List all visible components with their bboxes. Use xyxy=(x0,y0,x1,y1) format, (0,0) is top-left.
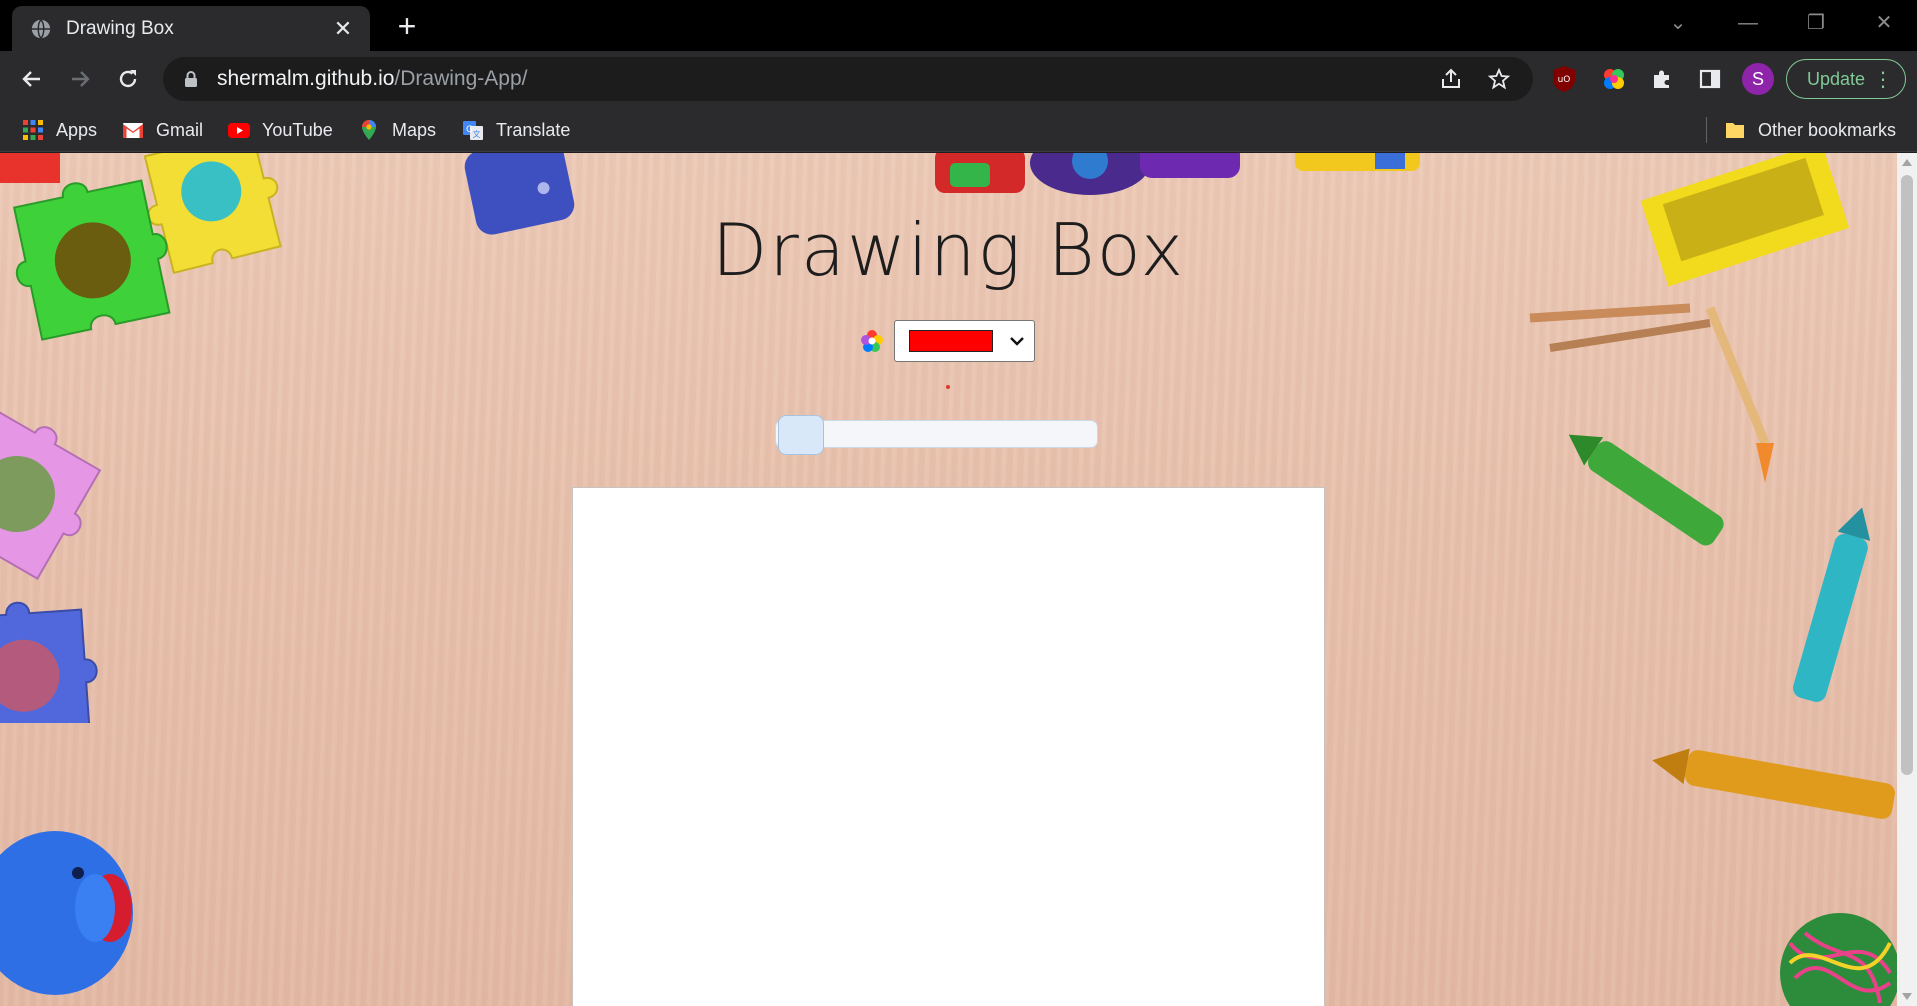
brush-preview-dot xyxy=(946,385,950,389)
translate-icon: G 文 xyxy=(463,121,483,140)
blue-elephant-toy-decoration xyxy=(0,831,133,995)
url-host: shermalm.github.io xyxy=(217,67,395,90)
new-tab-button[interactable]: + xyxy=(390,9,424,43)
bookmarks-bar: Apps Gmail YouTube Maps G 文 Translate Ot… xyxy=(0,107,1917,152)
other-bookmarks[interactable]: Other bookmarks xyxy=(1724,115,1896,145)
svg-text:uO: uO xyxy=(1558,75,1571,85)
bookmark-label: YouTube xyxy=(262,119,333,140)
bookmark-apps[interactable]: Apps xyxy=(22,115,97,145)
back-arrow-icon xyxy=(22,71,40,87)
svg-text:文: 文 xyxy=(473,129,481,139)
reload-button[interactable] xyxy=(110,61,146,97)
browser-toolbar: shermalm.github.io/Drawing-App/ uO S Upd… xyxy=(0,51,1917,107)
back-button[interactable] xyxy=(14,61,50,97)
tab-drawing-box[interactable]: Drawing Box ✕ xyxy=(12,6,370,51)
bookmark-youtube[interactable]: YouTube xyxy=(228,115,333,145)
url-path: /Drawing-App/ xyxy=(394,67,528,90)
folder-icon xyxy=(1726,123,1744,138)
page-scrollbar[interactable] xyxy=(1897,153,1917,1006)
more-menu-icon[interactable]: ⋮ xyxy=(1873,67,1893,92)
drawing-canvas[interactable] xyxy=(572,487,1325,1006)
restore-icon[interactable]: ❐ xyxy=(1786,6,1846,40)
color-controls xyxy=(860,320,1035,362)
update-label: Update xyxy=(1807,68,1866,89)
color-wheel-icon xyxy=(861,330,883,352)
forward-button[interactable] xyxy=(62,61,98,97)
close-tab-icon[interactable]: ✕ xyxy=(330,16,356,42)
address-bar[interactable]: shermalm.github.io/Drawing-App/ xyxy=(163,57,1533,101)
bookmark-gmail[interactable]: Gmail xyxy=(122,115,203,145)
scrollbar-thumb[interactable] xyxy=(1901,175,1913,775)
bookmark-label: Apps xyxy=(56,119,98,140)
bookmark-label: Gmail xyxy=(156,119,204,140)
scroll-up-arrow-icon[interactable] xyxy=(1902,159,1912,166)
extensions-puzzle-icon[interactable] xyxy=(1646,63,1678,95)
page-viewport: Drawing Box xyxy=(0,153,1897,1006)
bookmark-label: Maps xyxy=(392,119,437,140)
scroll-down-arrow-icon[interactable] xyxy=(1902,993,1912,1000)
close-window-icon[interactable]: ✕ xyxy=(1854,6,1914,40)
bookmark-translate[interactable]: G 文 Translate xyxy=(462,115,570,145)
reload-icon xyxy=(119,70,137,88)
share-icon[interactable] xyxy=(1437,65,1465,93)
tab-search-icon[interactable]: ⌄ xyxy=(1648,6,1708,40)
minimize-icon[interactable]: — xyxy=(1718,6,1778,40)
ublock-extension-icon[interactable]: uO xyxy=(1548,63,1580,95)
page-title: Drawing Box xyxy=(711,208,1186,292)
color-select-dropdown[interactable] xyxy=(894,320,1035,362)
bookmark-star-icon[interactable] xyxy=(1485,65,1513,93)
maps-pin-icon xyxy=(362,120,376,140)
gmail-icon xyxy=(123,123,143,138)
brush-size-slider-thumb[interactable] xyxy=(778,415,824,455)
forward-arrow-icon xyxy=(72,71,90,87)
profile-avatar[interactable]: S xyxy=(1742,63,1774,95)
tab-title: Drawing Box xyxy=(66,17,174,39)
bookmark-maps[interactable]: Maps xyxy=(358,115,436,145)
tab-strip: Drawing Box ✕ + ⌄ — ❐ ✕ xyxy=(0,0,1917,51)
lock-icon xyxy=(185,71,197,87)
bookmark-label: Translate xyxy=(496,119,571,140)
other-bookmarks-label: Other bookmarks xyxy=(1758,119,1897,140)
chevron-down-icon xyxy=(1010,337,1024,346)
update-button[interactable]: Update ⋮ xyxy=(1786,59,1906,99)
bookmarks-separator xyxy=(1706,117,1707,143)
youtube-icon xyxy=(228,123,250,138)
apps-grid-icon xyxy=(23,120,43,140)
color-picker-extension-icon[interactable] xyxy=(1598,63,1630,95)
globe-icon xyxy=(31,18,51,39)
toy-cars-decoration xyxy=(935,153,1420,195)
selected-color-swatch xyxy=(909,330,993,352)
side-panel-icon[interactable] xyxy=(1694,63,1726,95)
